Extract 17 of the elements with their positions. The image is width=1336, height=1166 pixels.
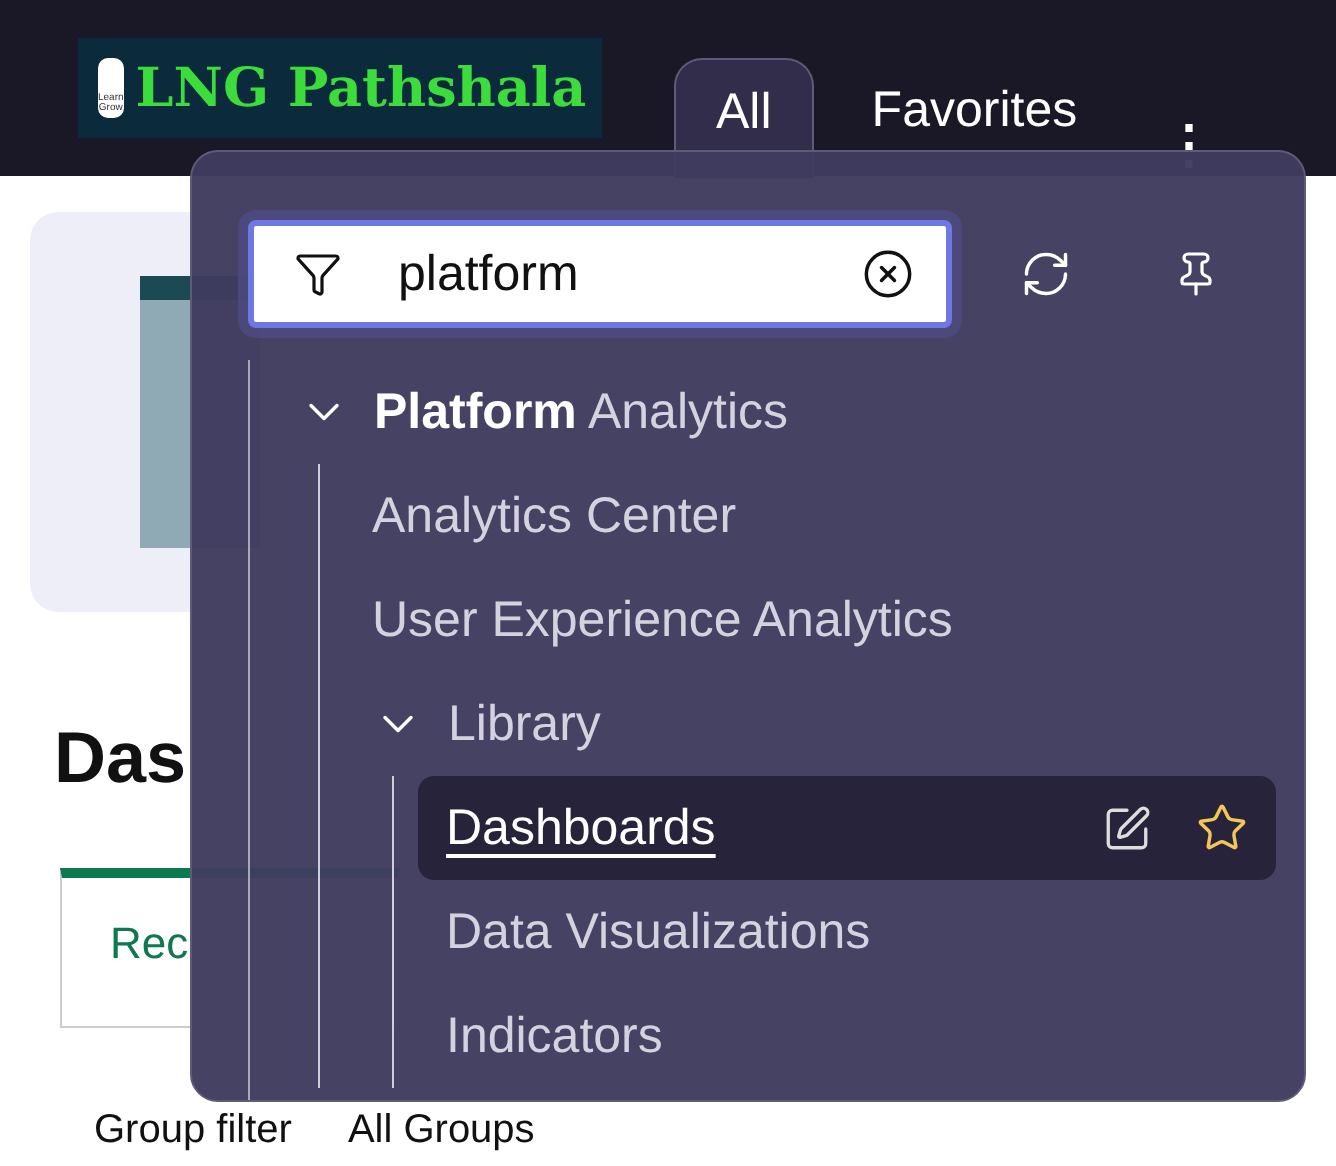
star-icon[interactable] bbox=[1196, 802, 1248, 854]
filter-icon bbox=[294, 250, 342, 298]
page-heading: Das bbox=[54, 716, 187, 800]
filter-value: All Groups bbox=[347, 1108, 535, 1154]
clear-icon[interactable] bbox=[862, 248, 914, 300]
search-input[interactable]: platform bbox=[394, 243, 810, 305]
filter-label: Group filter bbox=[94, 1108, 292, 1154]
tree-item[interactable]: Data Visualizations bbox=[418, 880, 1276, 984]
tree-item[interactable]: User Experience Analytics bbox=[344, 568, 1276, 672]
tree-item[interactable]: Platform Analytics bbox=[270, 360, 1276, 464]
logo-text: LNG Pathshala bbox=[135, 57, 587, 119]
tree-item[interactable]: Analytics Center bbox=[344, 464, 1276, 568]
edit-icon[interactable] bbox=[1102, 803, 1152, 853]
tree-item[interactable]: Library bbox=[344, 672, 1276, 776]
tree-item[interactable]: Dashboards bbox=[418, 776, 1276, 880]
search-field[interactable]: platform bbox=[248, 220, 952, 328]
tree-item[interactable]: Indicators bbox=[418, 984, 1276, 1088]
